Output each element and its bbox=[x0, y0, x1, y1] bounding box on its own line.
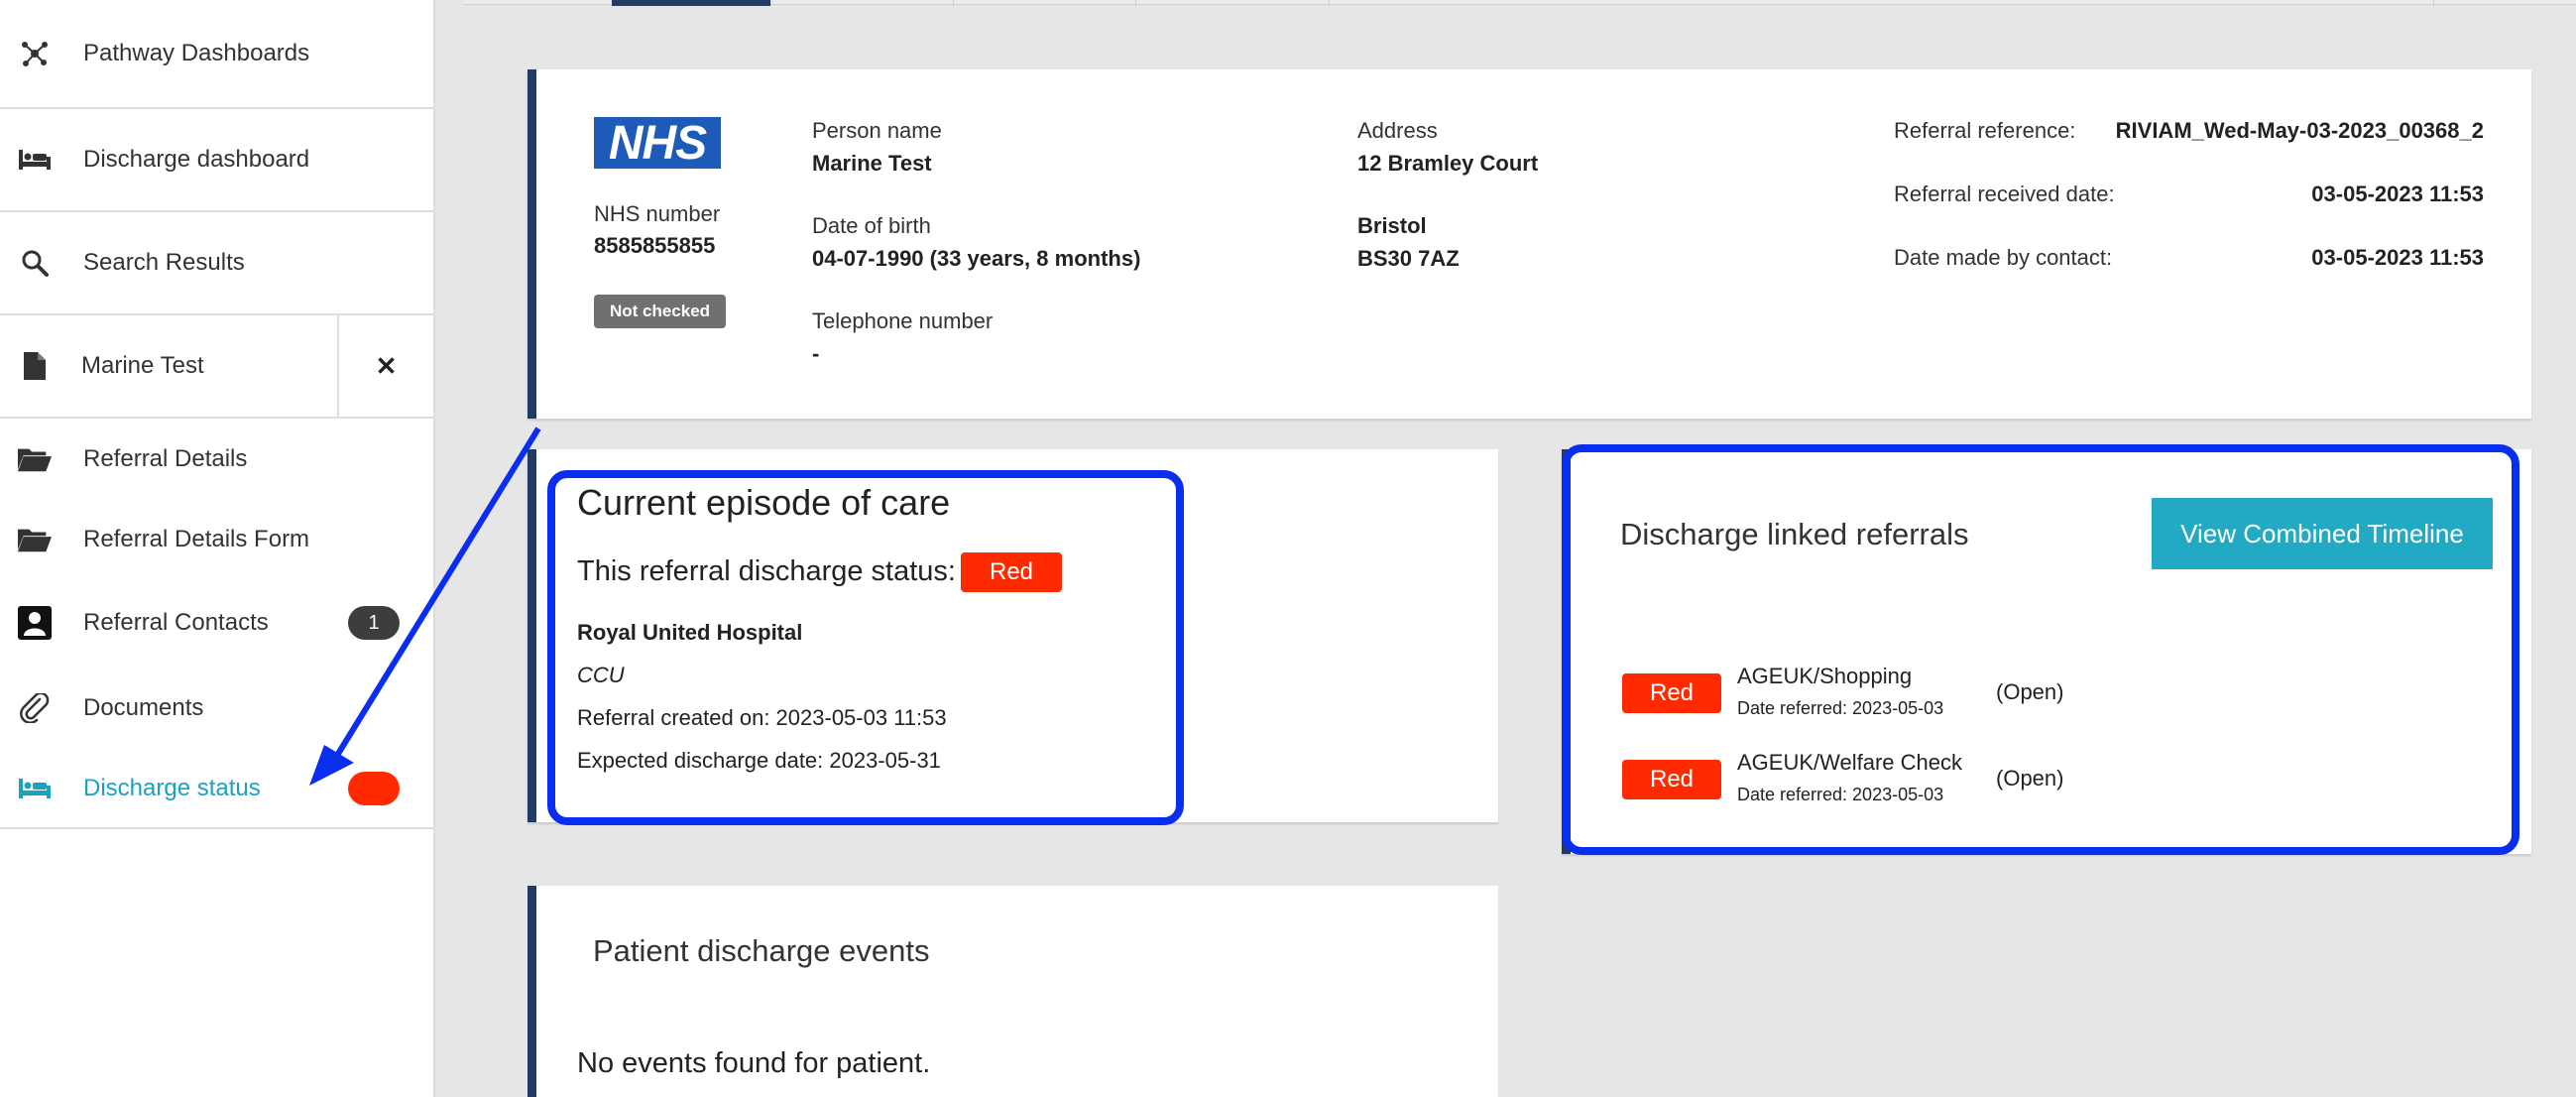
expected-discharge: Expected discharge date: 2023-05-31 bbox=[577, 748, 941, 773]
bed-icon bbox=[18, 772, 52, 805]
dob-label: Date of birth bbox=[812, 213, 931, 238]
referral-reference-value: RIVIAM_Wed-May-03-2023_00368_2 bbox=[2115, 118, 2484, 143]
no-events-message: No events found for patient. bbox=[577, 1047, 931, 1079]
referral-name[interactable]: AGEUK/Welfare Check bbox=[1737, 750, 1962, 776]
folder-open-icon bbox=[18, 442, 52, 476]
view-combined-timeline-button[interactable]: View Combined Timeline bbox=[2152, 498, 2493, 569]
discharge-status-label: This referral discharge status: bbox=[577, 555, 956, 587]
address-city: Bristol bbox=[1357, 213, 1427, 238]
referral-state: (Open) bbox=[1996, 766, 2064, 791]
folder-open-icon bbox=[18, 523, 52, 556]
sidebar-item-documents[interactable]: Documents bbox=[0, 667, 433, 750]
sidebar-item-label: Marine Test bbox=[81, 352, 204, 379]
sidebar-item-marine-test[interactable]: Marine Test ✕ bbox=[0, 315, 433, 419]
referral-created: Referral created on: 2023-05-03 11:53 bbox=[577, 705, 947, 730]
sidebar-item-discharge-status[interactable]: Discharge status bbox=[0, 750, 433, 829]
sidebar-item-referral-contacts[interactable]: Referral Contacts 1 bbox=[0, 579, 433, 667]
date-contact-label: Date made by contact: bbox=[1894, 245, 2113, 270]
referral-name[interactable]: AGEUK/Shopping bbox=[1737, 664, 1912, 689]
address-label: Address bbox=[1357, 118, 1438, 143]
referral-received-label: Referral received date: bbox=[1894, 182, 2115, 206]
referral-status-badge: Red bbox=[1622, 760, 1721, 799]
sidebar: Pathway Dashboards Discharge dashboard S… bbox=[0, 0, 435, 1097]
close-tab-button[interactable]: ✕ bbox=[337, 315, 433, 417]
discharge-status-badge: Red bbox=[961, 552, 1062, 592]
discharge-events-title: Patient discharge events bbox=[593, 933, 930, 968]
sidebar-item-label: Discharge status bbox=[83, 775, 261, 801]
nhs-number-value: 8585855855 bbox=[594, 233, 716, 258]
contacts-count-badge: 1 bbox=[348, 606, 400, 640]
date-contact-value: 03-05-2023 11:53 bbox=[2311, 245, 2484, 270]
check-status-badge: Not checked bbox=[594, 295, 726, 328]
paperclip-icon bbox=[18, 691, 52, 725]
discharge-status-badge bbox=[348, 772, 400, 805]
discharge-events-card: Patient discharge events No events found… bbox=[527, 886, 1498, 1097]
current-episode-card: Current episode of care This referral di… bbox=[527, 449, 1498, 822]
referral-reference-label: Referral reference: bbox=[1894, 118, 2076, 143]
dob-value: 04-07-1990 (33 years, 8 months) bbox=[812, 246, 1141, 271]
bed-icon bbox=[18, 143, 52, 177]
referral-state: (Open) bbox=[1996, 679, 2064, 704]
tab-separator bbox=[1329, 0, 1330, 6]
tab-strip bbox=[463, 0, 2576, 6]
address-postcode: BS30 7AZ bbox=[1357, 246, 1460, 271]
tab-separator bbox=[953, 0, 954, 6]
sidebar-item-label: Search Results bbox=[83, 249, 245, 276]
address-line1: 12 Bramley Court bbox=[1357, 151, 1539, 176]
linked-referrals-title: Discharge linked referrals bbox=[1620, 517, 1969, 551]
sidebar-item-label: Discharge dashboard bbox=[83, 146, 310, 173]
referral-status-badge: Red bbox=[1622, 673, 1721, 713]
sidebar-item-discharge-dashboard[interactable]: Discharge dashboard bbox=[0, 109, 433, 212]
sidebar-item-label: Pathway Dashboards bbox=[83, 40, 310, 66]
patient-banner: NHS NHS number 8585855855 Not checked Pe… bbox=[527, 69, 2531, 419]
sidebar-item-label: Documents bbox=[83, 694, 204, 721]
sidebar-item-label: Referral Details Form bbox=[83, 526, 310, 552]
close-icon: ✕ bbox=[375, 350, 398, 381]
tab-separator bbox=[1135, 0, 1136, 6]
tab-separator bbox=[2433, 0, 2434, 6]
linked-referrals-card: Discharge linked referrals View Combined… bbox=[1562, 449, 2531, 854]
hospital-name: Royal United Hospital bbox=[577, 620, 803, 645]
search-icon bbox=[18, 246, 52, 280]
tab-separator bbox=[770, 0, 771, 6]
person-name-label: Person name bbox=[812, 118, 942, 143]
file-icon bbox=[18, 349, 52, 383]
ward-name: CCU bbox=[577, 663, 625, 687]
referral-received-value: 03-05-2023 11:53 bbox=[2311, 182, 2484, 206]
sidebar-item-search-results[interactable]: Search Results bbox=[0, 212, 433, 315]
active-tab-indicator bbox=[612, 0, 770, 6]
sidebar-item-label: Referral Contacts bbox=[83, 609, 269, 636]
person-name-value: Marine Test bbox=[812, 151, 932, 176]
sidebar-item-label: Referral Details bbox=[83, 445, 248, 472]
referral-date: Date referred: 2023-05-03 bbox=[1737, 698, 1944, 718]
sidebar-item-pathway-dashboards[interactable]: Pathway Dashboards bbox=[0, 0, 433, 109]
network-icon bbox=[18, 37, 52, 70]
referral-date: Date referred: 2023-05-03 bbox=[1737, 785, 1944, 804]
nhs-logo: NHS bbox=[594, 117, 721, 170]
contact-icon bbox=[18, 606, 52, 640]
telephone-value: - bbox=[812, 341, 820, 366]
sidebar-item-referral-details[interactable]: Referral Details bbox=[0, 419, 433, 500]
nhs-number-label: NHS number bbox=[594, 201, 721, 226]
sidebar-item-referral-details-form[interactable]: Referral Details Form bbox=[0, 500, 433, 579]
telephone-label: Telephone number bbox=[812, 308, 994, 333]
episode-title: Current episode of care bbox=[577, 482, 951, 523]
